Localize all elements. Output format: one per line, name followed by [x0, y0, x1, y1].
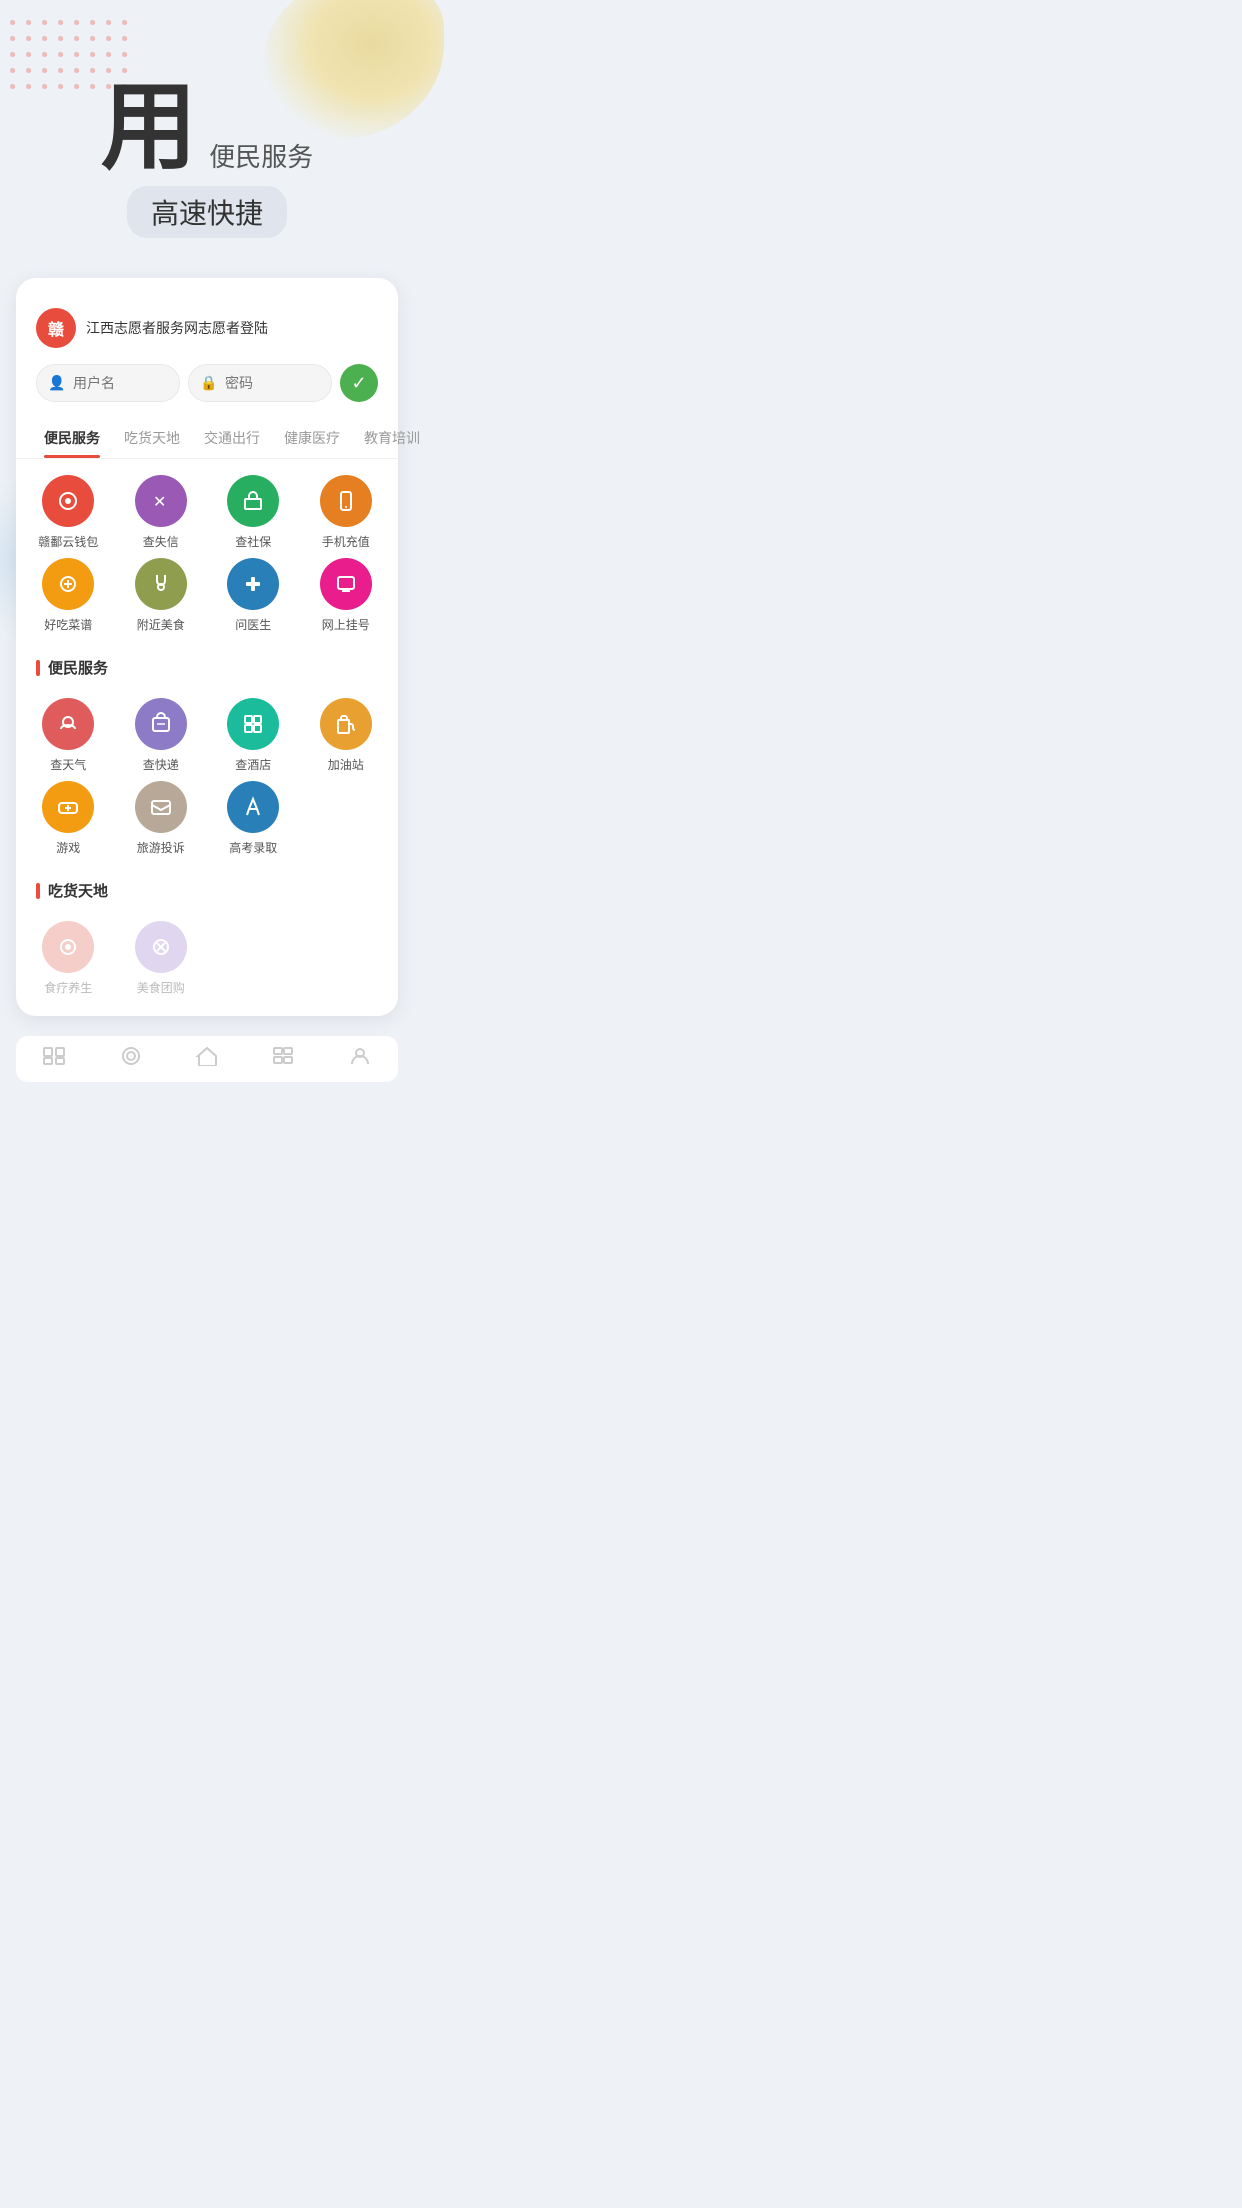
icon-circle-查天气	[42, 698, 94, 750]
bottom-nav	[16, 1036, 398, 1082]
nav-item-1[interactable]	[42, 1046, 66, 1072]
tab-教育培训[interactable]: 教育培训	[352, 418, 432, 458]
icon-label-网上挂号: 网上挂号	[322, 616, 370, 633]
icon-label-手机充值: 手机充值	[322, 533, 370, 550]
user-icon: 👤	[48, 375, 65, 392]
login-fields: 👤 🔒 ✓	[16, 364, 398, 418]
confirm-button[interactable]: ✓	[340, 364, 378, 402]
quick-icons-grid: 赣鄱云钱包 ✕ 查失信 查社保 手机充值 好吃菜谱	[16, 459, 398, 649]
icon-label-赣鄱云钱包: 赣鄱云钱包	[38, 533, 98, 550]
icon-高考录取[interactable]: 高考录取	[211, 781, 296, 856]
tab-交通出行[interactable]: 交通出行	[192, 418, 272, 458]
icon-circle-游戏	[42, 781, 94, 833]
tab-bar: 便民服务 吃货天地 交通出行 健康医疗 教育培训	[16, 418, 398, 459]
icon-label-查社保: 查社保	[235, 533, 271, 550]
icon-美食团购[interactable]: 美食团购	[119, 921, 204, 996]
tab-健康医疗[interactable]: 健康医疗	[272, 418, 352, 458]
hero-main-character: 用	[101, 80, 197, 176]
icon-label-美食团购: 美食团购	[137, 979, 185, 996]
password-wrapper: 🔒	[188, 364, 332, 402]
icon-查天气[interactable]: 查天气	[26, 698, 111, 773]
icon-circle-美食团购	[135, 921, 187, 973]
nav-icon-2	[119, 1046, 143, 1072]
nav-item-2[interactable]	[119, 1046, 143, 1072]
service-icons-grid: 查天气 查快递 查酒店 加油站 游戏	[16, 682, 398, 872]
section-便民服务-title: 便民服务	[48, 657, 108, 678]
nav-icon-4	[271, 1046, 295, 1072]
icon-circle-查快递	[135, 698, 187, 750]
icon-label-查酒店: 查酒店	[235, 756, 271, 773]
icon-查快递[interactable]: 查快递	[119, 698, 204, 773]
nav-icon-5	[348, 1046, 372, 1072]
icon-circle-旅游投诉	[135, 781, 187, 833]
food-icons-grid: 食疗养生 美食团购	[16, 905, 398, 1016]
section-indicator-2	[36, 883, 40, 899]
icon-游戏[interactable]: 游戏	[26, 781, 111, 856]
main-card: 赣 江西志愿者服务网志愿者登陆 👤 🔒 ✓ 便民服务 吃货天地 交通出行 健康医…	[16, 278, 398, 1016]
icon-circle-查酒店	[227, 698, 279, 750]
icon-circle-问医生	[227, 558, 279, 610]
login-section: 赣 江西志愿者服务网志愿者登陆	[16, 298, 398, 364]
icon-label-游戏: 游戏	[56, 839, 80, 856]
icon-circle-好吃菜谱	[42, 558, 94, 610]
tab-便民服务[interactable]: 便民服务	[32, 418, 112, 458]
icon-circle-加油站	[320, 698, 372, 750]
hero-subtitle-2: 高速快捷	[127, 186, 287, 238]
login-logo: 赣	[36, 308, 76, 348]
icon-查失信[interactable]: ✕ 查失信	[119, 475, 204, 550]
icon-label-好吃菜谱: 好吃菜谱	[44, 616, 92, 633]
icon-circle-手机充值	[320, 475, 372, 527]
hero-subtitle-1: 便民服务	[209, 137, 313, 174]
section-吃货天地-header: 吃货天地	[16, 872, 398, 905]
icon-label-旅游投诉: 旅游投诉	[137, 839, 185, 856]
nav-icon-3	[195, 1046, 219, 1072]
icon-circle-网上挂号	[320, 558, 372, 610]
icon-circle-赣鄱云钱包	[42, 475, 94, 527]
icon-食疗养生[interactable]: 食疗养生	[26, 921, 111, 996]
icon-label-问医生: 问医生	[235, 616, 271, 633]
hero-section: 用 便民服务 高速快捷	[0, 0, 414, 278]
icon-label-查失信: 查失信	[143, 533, 179, 550]
icon-加油站[interactable]: 加油站	[304, 698, 389, 773]
icon-好吃菜谱[interactable]: 好吃菜谱	[26, 558, 111, 633]
icon-查社保[interactable]: 查社保	[211, 475, 296, 550]
icon-旅游投诉[interactable]: 旅游投诉	[119, 781, 204, 856]
icon-网上挂号[interactable]: 网上挂号	[304, 558, 389, 633]
icon-附近美食[interactable]: 附近美食	[119, 558, 204, 633]
icon-问医生[interactable]: 问医生	[211, 558, 296, 633]
logo-text: 赣	[48, 316, 64, 340]
nav-item-3[interactable]	[195, 1046, 219, 1072]
svg-text:✕: ✕	[153, 494, 166, 511]
checkmark-icon: ✓	[351, 373, 366, 394]
login-title: 江西志愿者服务网志愿者登陆	[86, 318, 268, 338]
icon-label-查快递: 查快递	[143, 756, 179, 773]
nav-item-4[interactable]	[271, 1046, 295, 1072]
section-便民服务-header: 便民服务	[16, 649, 398, 682]
tab-吃货天地[interactable]: 吃货天地	[112, 418, 192, 458]
lock-icon: 🔒	[200, 375, 217, 392]
icon-circle-查失信: ✕	[135, 475, 187, 527]
icon-查酒店[interactable]: 查酒店	[211, 698, 296, 773]
icon-label-查天气: 查天气	[50, 756, 86, 773]
icon-手机充值[interactable]: 手机充值	[304, 475, 389, 550]
username-wrapper: 👤	[36, 364, 180, 402]
icon-label-附近美食: 附近美食	[137, 616, 185, 633]
nav-item-5[interactable]	[348, 1046, 372, 1072]
icon-circle-附近美食	[135, 558, 187, 610]
icon-circle-查社保	[227, 475, 279, 527]
section-吃货天地-title: 吃货天地	[48, 880, 108, 901]
icon-赣鄱云钱包[interactable]: 赣鄱云钱包	[26, 475, 111, 550]
icon-circle-高考录取	[227, 781, 279, 833]
icon-circle-食疗养生	[42, 921, 94, 973]
icon-label-高考录取: 高考录取	[229, 839, 277, 856]
icon-label-加油站: 加油站	[328, 756, 364, 773]
nav-icon-1	[42, 1046, 66, 1072]
icon-label-食疗养生: 食疗养生	[44, 979, 92, 996]
section-indicator	[36, 660, 40, 676]
